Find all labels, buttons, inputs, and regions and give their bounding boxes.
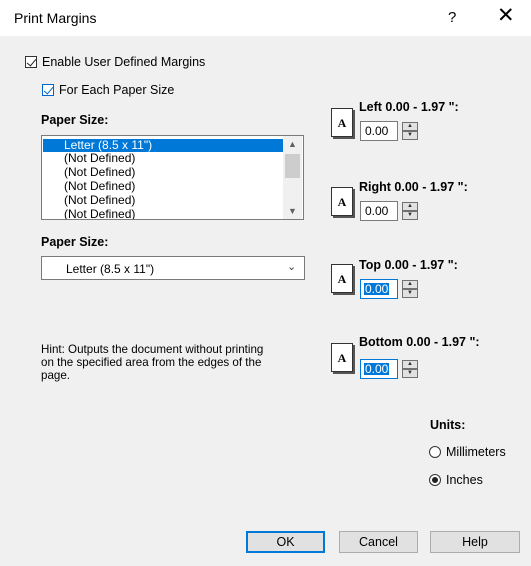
left-margin-value: 0.00: [365, 124, 389, 138]
bottom-margin-up-button[interactable]: ▲: [402, 360, 418, 369]
right-margin-down-button[interactable]: ▼: [402, 211, 418, 220]
help-icon[interactable]: ?: [448, 9, 456, 26]
enable-margins-label: Enable User Defined Margins: [42, 55, 206, 69]
right-margin-up-button[interactable]: ▲: [402, 202, 418, 211]
units-label: Units:: [430, 418, 466, 432]
list-item[interactable]: (Not Defined): [43, 180, 287, 193]
ok-button[interactable]: OK: [246, 531, 325, 553]
top-margin-down-button[interactable]: ▼: [402, 289, 418, 298]
millimeters-radio[interactable]: [429, 446, 441, 458]
paper-size-combo-label: Paper Size:: [41, 235, 109, 249]
millimeters-label: Millimeters: [446, 445, 506, 459]
paper-size-combo-value: Letter (8.5 x 11"): [66, 262, 155, 276]
right-margin-value: 0.00: [365, 204, 389, 218]
for-each-paper-size-label: For Each Paper Size: [59, 83, 175, 97]
close-icon[interactable]: ✕: [497, 5, 515, 26]
bottom-margin-value: 0.00: [364, 362, 390, 376]
bottom-margin-label: Bottom 0.00 - 1.97 ":: [359, 335, 480, 349]
top-margin-input[interactable]: 0.00: [360, 279, 398, 299]
scroll-thumb[interactable]: [285, 154, 300, 178]
hint-text: Hint: Outputs the document without print…: [41, 343, 264, 382]
paper-size-list-label: Paper Size:: [41, 113, 109, 127]
bottom-margin-down-button[interactable]: ▼: [402, 369, 418, 378]
top-margin-label: Top 0.00 - 1.97 ":: [359, 258, 458, 272]
help-button[interactable]: Help: [430, 531, 520, 553]
cancel-button[interactable]: Cancel: [339, 531, 418, 553]
page-icon-letter: A: [337, 351, 347, 365]
right-margin-input[interactable]: 0.00: [360, 201, 398, 221]
page-left-icon: A: [331, 108, 353, 137]
page-icon-letter: A: [337, 195, 347, 209]
window-title: Print Margins: [14, 10, 97, 26]
chevron-down-icon[interactable]: ⌄: [287, 260, 296, 273]
top-margin-up-button[interactable]: ▲: [402, 280, 418, 289]
scroll-up-icon[interactable]: ▲: [288, 139, 297, 149]
enable-margins-checkbox[interactable]: [25, 56, 37, 68]
left-margin-up-button[interactable]: ▲: [402, 122, 418, 131]
bottom-margin-input[interactable]: 0.00: [360, 359, 398, 379]
page-icon-letter: A: [337, 272, 347, 286]
left-margin-label: Left 0.00 - 1.97 ":: [359, 100, 459, 114]
inches-label: Inches: [446, 473, 483, 487]
inches-radio[interactable]: [429, 474, 441, 486]
top-margin-value: 0.00: [364, 282, 390, 296]
list-item[interactable]: (Not Defined): [43, 194, 287, 207]
right-margin-label: Right 0.00 - 1.97 ":: [359, 180, 468, 194]
page-top-icon: A: [331, 264, 353, 293]
for-each-paper-size-checkbox[interactable]: [42, 84, 54, 96]
list-item[interactable]: (Not Defined): [43, 166, 287, 179]
list-item[interactable]: (Not Defined): [43, 152, 287, 165]
scroll-down-icon[interactable]: ▼: [288, 206, 297, 216]
list-item[interactable]: (Not Defined): [43, 208, 287, 220]
page-bottom-icon: A: [331, 343, 353, 372]
page-right-icon: A: [331, 187, 353, 216]
page-icon-letter: A: [337, 116, 347, 130]
left-margin-down-button[interactable]: ▼: [402, 131, 418, 140]
paper-size-listbox[interactable]: Letter (8.5 x 11") (Not Defined) (Not De…: [41, 135, 304, 220]
left-margin-input[interactable]: 0.00: [360, 121, 398, 141]
